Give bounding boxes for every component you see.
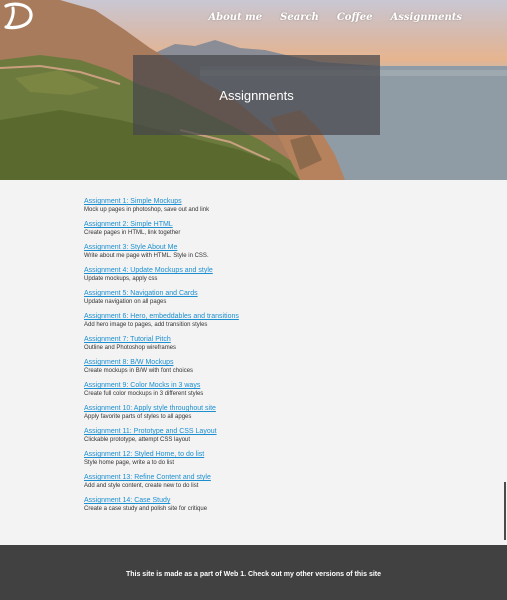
list-item: Assignment 2: Simple HTML Create pages i… — [84, 220, 444, 243]
site-logo-icon[interactable] — [0, 0, 36, 30]
assignment-link[interactable]: Assignment 14: Case Study — [84, 496, 444, 505]
assignment-description: Clickable prototype, attempt CSS layout — [84, 437, 191, 443]
assignment-description: Update mockups, apply css — [84, 276, 158, 282]
hero-banner: About me Search Coffee Assignments Assig… — [0, 0, 507, 180]
assignment-link[interactable]: Assignment 8: B/W Mockups — [84, 358, 444, 367]
assignment-link[interactable]: Assignment 11: Prototype and CSS Layout — [84, 427, 444, 436]
assignment-description: Create mockups in B/W with font choices — [84, 368, 194, 374]
assignment-link[interactable]: Assignment 6: Hero, embeddables and tran… — [84, 312, 444, 321]
assignment-link[interactable]: Assignment 5: Navigation and Cards — [84, 289, 444, 298]
list-item: Assignment 4: Update Mockups and style U… — [84, 266, 444, 289]
assignment-link[interactable]: Assignment 12: Styled Home, to do list — [84, 450, 444, 459]
assignment-description: Apply favorite parts of styles to all ap… — [84, 414, 192, 420]
assignment-link[interactable]: Assignment 1: Simple Mockups — [84, 197, 444, 206]
list-item: Assignment 1: Simple Mockups Mock up pag… — [84, 197, 444, 220]
assignment-description: Create full color mockups in 3 different… — [84, 391, 204, 397]
nav-link-coffee[interactable]: Coffee — [337, 12, 373, 23]
scrollbar-thumb[interactable] — [504, 482, 506, 540]
nav-link-about-me[interactable]: About me — [208, 12, 262, 23]
list-item: Assignment 13: Refine Content and style … — [84, 473, 444, 496]
assignment-description: Create pages in HTML, link together — [84, 230, 181, 236]
assignment-description: Add and style content, create new to do … — [84, 483, 199, 489]
assignment-description: Mock up pages in photoshop, save out and… — [84, 207, 210, 213]
main-nav: About me Search Coffee Assignments — [208, 12, 462, 23]
assignment-description: Create a case study and polish site for … — [84, 506, 208, 512]
list-item: Assignment 10: Apply style throughout si… — [84, 404, 444, 427]
list-item: Assignment 12: Styled Home, to do list S… — [84, 450, 444, 473]
page-title: Assignments — [219, 87, 294, 103]
assignment-link[interactable]: Assignment 9: Color Mocks in 3 ways — [84, 381, 444, 390]
list-item: Assignment 8: B/W Mockups Create mockups… — [84, 358, 444, 381]
footer-text: This site is made as a part of Web 1. Ch… — [125, 571, 382, 578]
list-item: Assignment 3: Style About Me Write about… — [84, 243, 444, 266]
assignment-list: Assignment 1: Simple Mockups Mock up pag… — [84, 197, 444, 519]
assignment-description: Write about me page with HTML. Style in … — [84, 253, 209, 259]
assignment-link[interactable]: Assignment 13: Refine Content and style — [84, 473, 444, 482]
assignment-link[interactable]: Assignment 3: Style About Me — [84, 243, 444, 252]
list-item: Assignment 9: Color Mocks in 3 ways Crea… — [84, 381, 444, 404]
site-footer: This site is made as a part of Web 1. Ch… — [0, 545, 507, 600]
assignment-link[interactable]: Assignment 7: Tutorial Pitch — [84, 335, 444, 344]
list-item: Assignment 11: Prototype and CSS Layout … — [84, 427, 444, 450]
assignment-link[interactable]: Assignment 2: Simple HTML — [84, 220, 444, 229]
list-item: Assignment 6: Hero, embeddables and tran… — [84, 312, 444, 335]
nav-link-assignments[interactable]: Assignments — [390, 12, 462, 23]
list-item: Assignment 14: Case Study Create a case … — [84, 496, 444, 519]
list-item: Assignment 7: Tutorial Pitch Outline and… — [84, 335, 444, 358]
hero-title-box: Assignments — [133, 55, 380, 135]
assignment-description: Update navigation on all pages — [84, 299, 167, 305]
assignment-description: Outline and Photoshop wireframes — [84, 345, 177, 351]
list-item: Assignment 5: Navigation and Cards Updat… — [84, 289, 444, 312]
assignment-link[interactable]: Assignment 10: Apply style throughout si… — [84, 404, 444, 413]
assignment-description: Style home page, write a to do list — [84, 460, 175, 466]
nav-link-search[interactable]: Search — [280, 12, 319, 23]
assignment-link[interactable]: Assignment 4: Update Mockups and style — [84, 266, 444, 275]
assignment-description: Add hero image to pages, add transition … — [84, 322, 208, 328]
